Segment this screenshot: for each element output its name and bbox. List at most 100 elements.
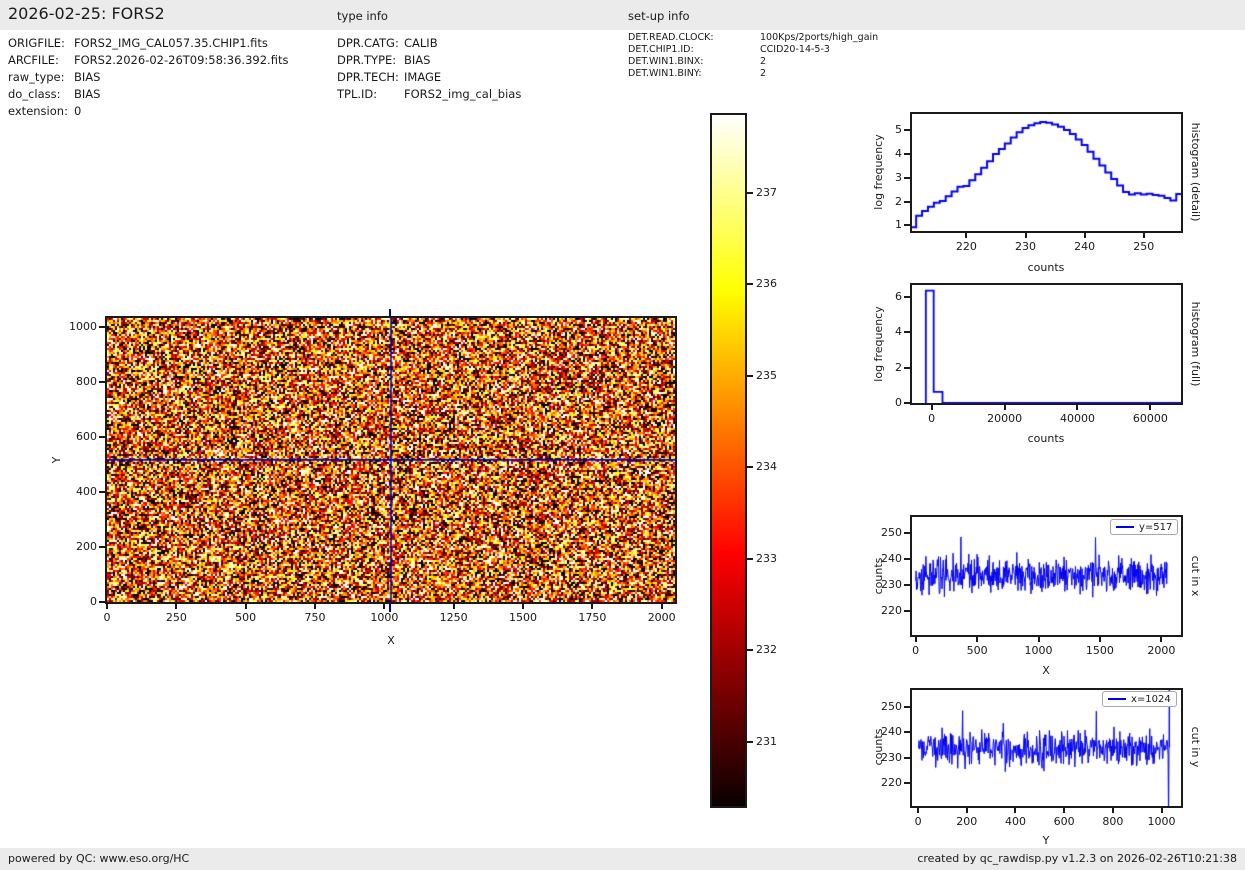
info-label: do_class:	[8, 87, 61, 101]
cut-x-xtick-label: 2000	[1147, 644, 1176, 657]
main-xtick	[660, 604, 663, 609]
info-label: DPR.TECH:	[337, 70, 399, 84]
hist-detail-ytick-label: 5	[895, 123, 902, 137]
histogram-full-plot	[910, 283, 1183, 405]
cut-y-ytick	[904, 756, 910, 759]
main-ytick	[99, 381, 105, 384]
main-ytick-label: 600	[76, 430, 97, 444]
column-cut-marker-top	[389, 309, 391, 316]
info-value: 100Kps/2ports/high_gain	[760, 32, 879, 43]
info-value: FORS2_IMG_CAL057.35.CHIP1.fits	[74, 36, 268, 50]
cut-in-y-curve	[912, 690, 1181, 806]
histogram-detail-plot	[910, 112, 1183, 233]
hist-full-ytick	[904, 295, 910, 298]
hist-detail-ytick-label: 1	[895, 218, 902, 232]
info-label: DET.WIN1.BINY:	[628, 68, 702, 79]
main-ytick	[99, 491, 105, 494]
cut-x-xtick	[976, 637, 979, 642]
main-ytick	[99, 436, 105, 439]
main-xtick	[383, 604, 386, 609]
setup-info-heading: set-up info	[628, 9, 690, 23]
main-xtick	[522, 604, 525, 609]
hist-detail-xtick	[1142, 233, 1145, 238]
main-xtick	[452, 604, 455, 609]
cut-x-xtick	[1160, 637, 1163, 642]
cut-x-xtick	[1037, 637, 1040, 642]
main-xaxis-label: X	[387, 634, 395, 647]
cut-in-x-legend-label: y=517	[1139, 521, 1173, 533]
cut-y-ytick-label: 240	[881, 725, 902, 739]
colorbar-tick-label: 234	[756, 460, 777, 474]
main-yaxis-label: Y	[50, 456, 63, 464]
cut-y-ytick-label: 250	[881, 699, 902, 713]
header-bar: 2026-02-25: FORS2 type info set-up info	[0, 0, 1245, 30]
colorbar-tick	[747, 466, 753, 469]
hist-full-ytick	[904, 402, 910, 404]
cut-y-xtick-label: 600	[1053, 815, 1075, 828]
cut-y-ytick	[904, 731, 910, 734]
info-value: 0	[74, 104, 82, 118]
info-value: CCID20-14-5-3	[760, 44, 830, 55]
cut-x-ytick-label: 240	[881, 551, 902, 565]
main-ytick-label: 200	[76, 540, 97, 553]
colorbar	[710, 113, 747, 808]
cut-y-xtick-label: 1000	[1147, 815, 1176, 828]
info-value: 2	[760, 56, 767, 67]
info-label: DET.WIN1.BINX:	[628, 56, 704, 67]
main-xtick-label: 2000	[647, 611, 676, 624]
hist-full-xtick-label: 40000	[1059, 412, 1095, 425]
main-ytick	[99, 601, 105, 603]
histogram-detail-side-label: histogram (detail)	[1189, 122, 1202, 222]
hist-detail-ytick-label: 3	[895, 170, 902, 184]
cut-y-xtick	[965, 808, 968, 813]
info-value: CALIB	[404, 36, 438, 50]
cut-x-xtick-label: 1500	[1085, 644, 1114, 657]
colorbar-tick-label: 236	[756, 277, 777, 291]
info-label: ARCFILE:	[8, 53, 59, 67]
main-xtick-label: 1250	[439, 611, 468, 624]
hist-full-ytick-label: 6	[895, 289, 902, 303]
cut-in-y-legend-label: x=1024	[1131, 693, 1171, 705]
info-label: DET.READ.CLOCK:	[628, 32, 714, 43]
main-xtick-label: 0	[103, 611, 111, 624]
info-value: BIAS	[74, 87, 101, 101]
info-value: FORS2.2026-02-26T09:58:36.392.fits	[74, 53, 289, 67]
hist-detail-ytick	[904, 176, 910, 179]
hist-detail-xtick-label: 250	[1133, 240, 1155, 253]
hist-full-xtick-label: 0	[928, 412, 936, 425]
bias-noise-image	[107, 318, 675, 602]
main-xtick	[314, 604, 316, 609]
cut-x-xtick	[914, 637, 917, 642]
hist-full-xtick-label: 20000	[987, 412, 1023, 425]
main-xtick	[591, 604, 594, 609]
main-xtick-label: 750	[304, 611, 326, 624]
cut-y-ytick-label: 220	[881, 776, 902, 790]
histogram-detail-xaxis-label: counts	[1027, 261, 1065, 274]
cut-x-ytick-label: 220	[881, 604, 902, 618]
hist-detail-ytick-label: 2	[895, 194, 902, 208]
main-xtick-label: 1000	[370, 611, 399, 624]
colorbar-tick	[747, 557, 753, 560]
histogram-full-curve	[912, 285, 1181, 403]
info-label: ORIGFILE:	[8, 36, 65, 50]
main-image-plot	[105, 316, 677, 604]
colorbar-tick	[747, 740, 753, 743]
hist-detail-xtick	[965, 233, 968, 238]
hist-detail-ytick	[904, 129, 910, 132]
footer-bar: powered by QC: www.eso.org/HC created by…	[0, 848, 1245, 870]
main-xtick	[175, 604, 178, 609]
cut-y-xtick-label: 200	[956, 815, 978, 828]
type-info-heading: type info	[337, 9, 388, 23]
info-value: 2	[760, 68, 767, 79]
histogram-full-xaxis-label: counts	[1027, 432, 1065, 445]
cut-y-xtick-label: 800	[1102, 815, 1124, 828]
legend-line-swatch	[1116, 526, 1134, 528]
cut-y-xtick	[1160, 808, 1163, 813]
info-label: extension:	[8, 104, 68, 118]
main-xtick-label: 250	[165, 611, 187, 624]
info-value: BIAS	[74, 70, 101, 84]
hist-detail-xtick	[1083, 233, 1086, 238]
cut-x-ytick	[904, 610, 910, 613]
hist-full-ytick	[904, 331, 910, 334]
hist-full-ytick-label: 4	[895, 325, 902, 339]
